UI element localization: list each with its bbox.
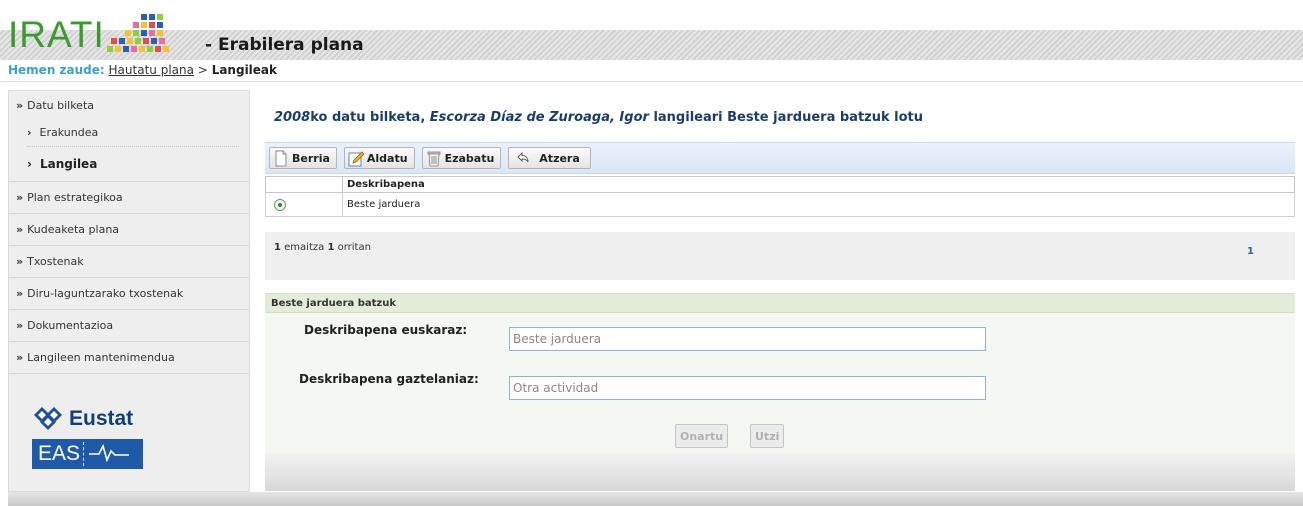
table-row[interactable]: Beste jarduera	[265, 192, 1295, 217]
edit-pencil-icon	[348, 150, 365, 167]
sidebar-item-kudeaketa-plana[interactable]: » Kudeaketa plana	[9, 214, 249, 246]
edit-button[interactable]: Aldatu	[343, 147, 415, 169]
sidebar-item-label: Datu bilketa	[27, 99, 94, 112]
row-radio-button[interactable]	[274, 199, 286, 211]
page-title-person: Escorza Díaz de Zuroaga, Igor	[429, 110, 649, 125]
sidebar-subitem-erakundea[interactable]: › Erakundea	[27, 119, 239, 147]
table-header-select	[265, 176, 343, 193]
eustat-logo[interactable]: Eustat	[32, 404, 162, 434]
content-bottom-band	[265, 453, 1295, 491]
sidebar-item-label: Dokumentazioa	[27, 319, 114, 332]
sidebar-item-datu-bilketa[interactable]: » Datu bilketa	[9, 91, 249, 119]
breadcrumb-label: Hemen zaude:	[8, 63, 105, 77]
breadcrumb-current: Langileak	[211, 63, 278, 77]
page-title-year: 2008	[274, 110, 311, 125]
pager-summary: 1 emaitza 1 orritan	[274, 242, 371, 253]
eas-logo[interactable]: EAS	[32, 439, 143, 469]
page-title-part2: langileari Beste jarduera batzuk lotu	[648, 110, 924, 125]
header-band	[0, 30, 1303, 60]
back-button-label: Atzera	[539, 151, 580, 165]
nav-group-datu-bilketa: » Datu bilketa › Erakundea › Langilea	[9, 91, 249, 182]
delete-button-label: Ezabatu	[444, 151, 495, 165]
double-chevron-icon: »	[16, 191, 24, 204]
description-es-label: Deskribapena gaztelaniaz:	[299, 372, 479, 386]
chevron-right-icon: ›	[27, 126, 32, 139]
pager-text-pages: orritan	[334, 242, 371, 253]
double-chevron-icon: »	[16, 351, 24, 364]
form-panel: Beste jarduera batzuk Deskribapena euska…	[265, 293, 1295, 453]
form-header: Beste jarduera batzuk	[265, 293, 1295, 313]
double-chevron-icon: »	[16, 255, 24, 268]
sidebar-item-label: Plan estrategikoa	[27, 191, 123, 204]
heartbeat-icon	[89, 442, 129, 467]
sidebar-subitem-label: Langilea	[39, 157, 98, 171]
double-chevron-icon: »	[16, 99, 24, 112]
logo-mosaic-icon	[106, 14, 169, 56]
delete-button[interactable]: Ezabatu	[421, 147, 502, 169]
sidebar-item-diru-laguntzarako-txostenak[interactable]: » Diru-laguntzarako txostenak	[9, 278, 249, 310]
sidebar-item-dokumentazioa[interactable]: » Dokumentazioa	[9, 310, 249, 342]
eustat-diamond-icon	[32, 405, 66, 433]
eas-logo-text: EAS	[38, 442, 81, 465]
table-cell-description: Beste jarduera	[342, 192, 1295, 217]
trash-icon	[426, 150, 442, 167]
double-chevron-icon: »	[16, 223, 24, 236]
app-header: IRATI - Erabilera plana	[0, 0, 1303, 60]
new-document-icon	[273, 150, 289, 167]
eas-divider	[83, 442, 84, 466]
chevron-right-icon: ›	[27, 157, 32, 171]
sidebar-item-label: Diru-laguntzarako txostenak	[27, 287, 184, 300]
description-eu-input[interactable]	[509, 327, 986, 351]
sidebar-item-label: Txostenak	[27, 255, 84, 268]
pager: 1 emaitza 1 orritan 1	[265, 232, 1295, 280]
description-eu-label: Deskribapena euskaraz:	[304, 323, 468, 337]
toolbar: Berria Aldatu Ezabatu Atzera	[265, 142, 1295, 174]
footer-band	[8, 492, 1303, 506]
irati-logo: IRATI	[8, 6, 169, 58]
table-cell-select	[265, 192, 343, 217]
main-content: 2008ko datu bilketa, Escorza Díaz de Zur…	[265, 90, 1295, 492]
double-chevron-icon: »	[16, 319, 24, 332]
sidebar-item-label: Kudeaketa plana	[27, 223, 120, 236]
eustat-logo-text: Eustat	[69, 407, 134, 430]
pager-text-results: emaitza	[280, 242, 328, 253]
pager-page-link[interactable]: 1	[1247, 246, 1254, 257]
ok-button[interactable]: Onartu	[675, 424, 729, 448]
breadcrumb-link-hautatu-plana[interactable]: Hautatu plana	[109, 63, 194, 77]
edit-button-label: Aldatu	[366, 151, 408, 165]
sidebar: » Datu bilketa › Erakundea › Langilea » Plan…	[8, 90, 250, 492]
table-header-deskribapena[interactable]: Deskribapena	[342, 176, 1295, 193]
back-button[interactable]: Atzera	[508, 147, 591, 169]
new-button[interactable]: Berria	[269, 147, 337, 169]
description-es-input[interactable]	[509, 376, 986, 400]
sidebar-subitem-langilea[interactable]: › Langilea	[27, 147, 239, 181]
sidebar-item-plan-estrategikoa[interactable]: » Plan estrategikoa	[9, 182, 249, 214]
pager-result-count: 1	[274, 242, 281, 253]
app-title: - Erabilera plana	[205, 35, 364, 55]
sidebar-item-langileen-mantenimendua[interactable]: » Langileen mantenimendua	[9, 342, 249, 374]
table-header-row: Deskribapena	[265, 176, 1295, 193]
sidebar-subitem-label: Erakundea	[39, 126, 99, 139]
logo-text: IRATI	[8, 14, 105, 55]
breadcrumb: Hemen zaude: Hautatu plana > Langileak	[0, 60, 1303, 82]
partner-logos: Eustat EAS	[32, 404, 162, 474]
page-title: 2008ko datu bilketa, Escorza Díaz de Zur…	[274, 110, 923, 125]
data-table: Deskribapena Beste jarduera	[265, 176, 1295, 217]
cancel-button[interactable]: Utzi	[750, 424, 785, 448]
sidebar-item-label: Langileen mantenimendua	[27, 351, 175, 364]
page-title-part1: ko datu bilketa,	[310, 110, 430, 125]
sidebar-item-txostenak[interactable]: » Txostenak	[9, 246, 249, 278]
breadcrumb-separator: >	[197, 63, 208, 77]
back-arrow-icon	[517, 150, 529, 167]
double-chevron-icon: »	[16, 287, 24, 300]
new-button-label: Berria	[292, 151, 330, 165]
